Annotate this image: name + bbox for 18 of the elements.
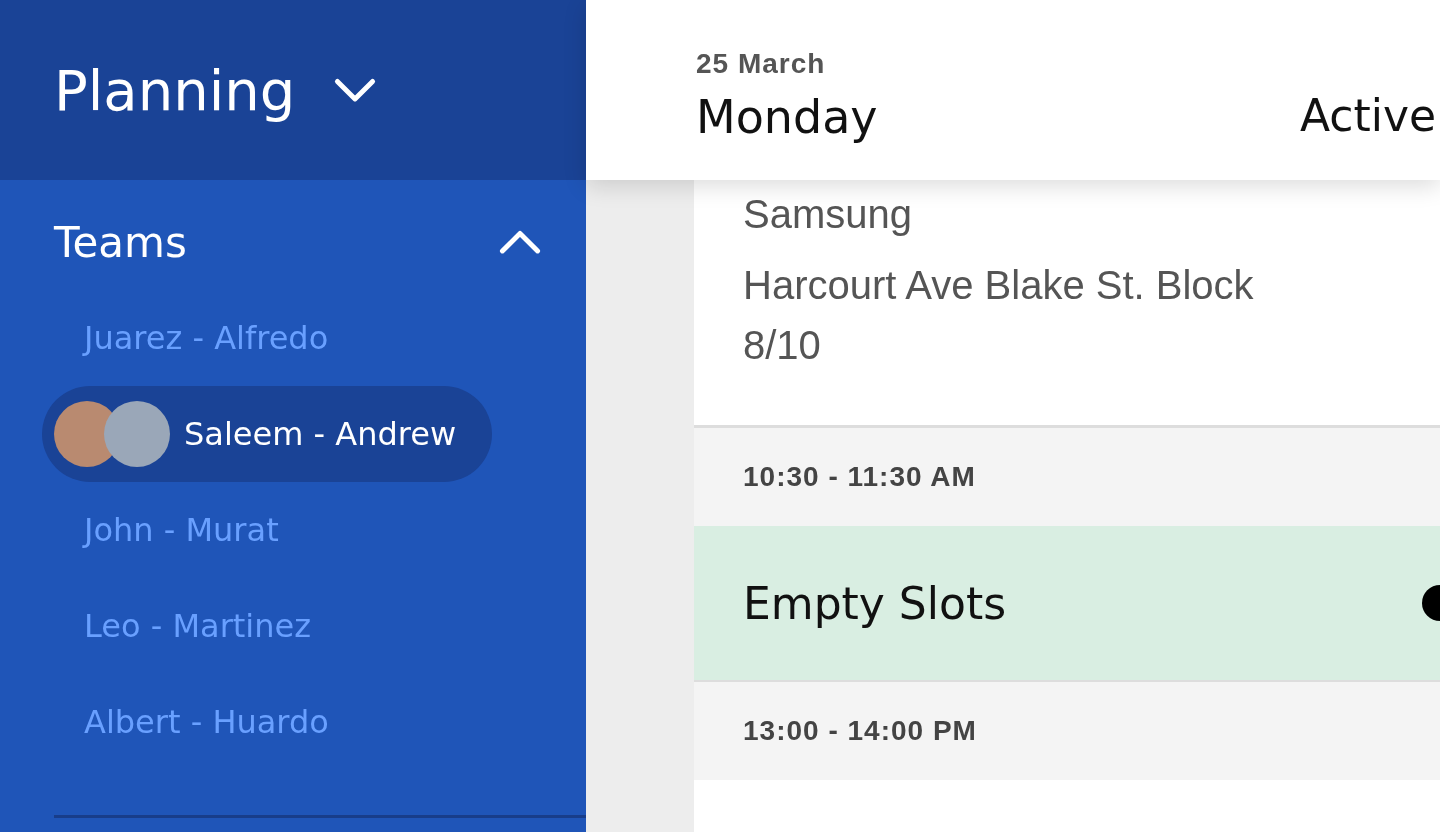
date-label: 25 March [696,48,827,80]
team-item[interactable]: Saleem - Andrew [42,386,493,482]
empty-slot-row[interactable]: Empty Slots [694,526,1440,682]
team-item[interactable]: John - Murat [42,482,279,578]
teams-section-toggle[interactable]: Teams [0,214,586,270]
time-slot-label: 10:30 - 11:30 AM [694,428,1440,526]
team-item[interactable]: Leo - Martinez [42,578,311,674]
team-item[interactable]: Juarez - Alfredo [42,290,329,386]
time-slot-label: 13:00 - 14:00 PM [694,682,1440,780]
team-item[interactable]: Albert - Huardo [42,674,329,770]
chevron-down-icon [333,76,378,104]
empty-slot-label: Empty Slots [743,577,1007,629]
chevron-up-icon [498,228,542,256]
address-text: Harcourt Ave Blake St. Block 8/10 [743,262,1255,369]
app-title: Planning [54,57,296,123]
company-name: Samsung [743,192,913,237]
status-label: Active [1299,90,1436,143]
day-label: Monday [696,90,878,144]
